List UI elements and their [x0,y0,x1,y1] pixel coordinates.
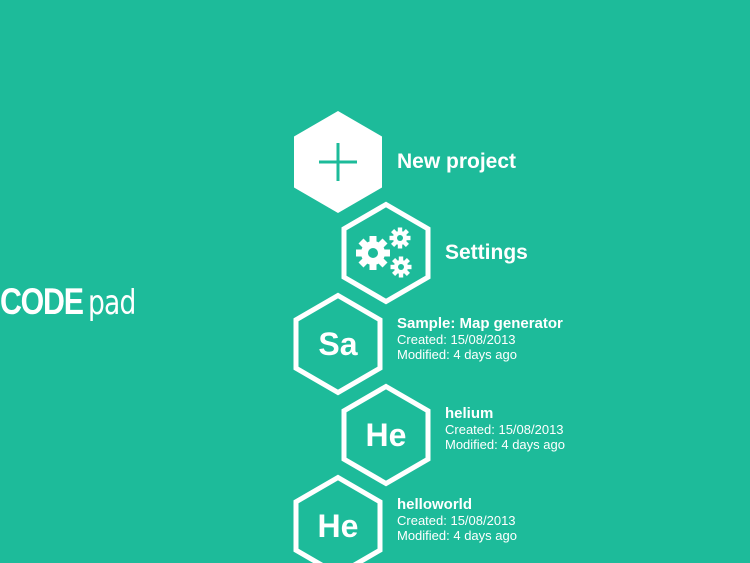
project-name: Sample: Map generator [397,315,563,332]
project-item-helloworld[interactable]: He helloworld Created: 15/08/2013 Modifi… [293,474,553,563]
settings-label: Settings [445,241,528,264]
project-meta: helium Created: 15/08/2013 Modified: 4 d… [445,405,565,453]
app-logo: CODE pad [0,280,149,324]
project-symbol: He [365,417,407,453]
project-symbol: He [317,508,359,544]
gears-icon [341,201,431,305]
project-meta: helloworld Created: 15/08/2013 Modified:… [397,496,517,544]
project-created: Created: 15/08/2013 [445,422,564,437]
project-modified: Modified: 4 days ago [397,347,517,362]
project-symbol: Sa [318,326,358,362]
project-modified: Modified: 4 days ago [445,437,565,452]
project-item-sample-map-generator[interactable]: Sa Sample: Map generator Created: 15/08/… [293,292,593,396]
project-created: Created: 15/08/2013 [397,513,516,528]
project-modified: Modified: 4 days ago [397,528,517,543]
project-name: helloworld [397,496,472,513]
project-meta: Sample: Map generator Created: 15/08/201… [397,315,563,363]
project-item-helium[interactable]: He helium Created: 15/08/2013 Modified: … [341,383,601,487]
logo-light-text: pad [87,283,136,323]
settings-button[interactable]: Settings [341,201,551,305]
project-name: helium [445,405,494,422]
plus-icon [293,110,383,214]
new-project-label: New project [397,150,517,173]
project-created: Created: 15/08/2013 [397,332,516,347]
new-project-button[interactable]: New project [293,110,543,214]
logo-bold-text: CODE [0,281,84,322]
